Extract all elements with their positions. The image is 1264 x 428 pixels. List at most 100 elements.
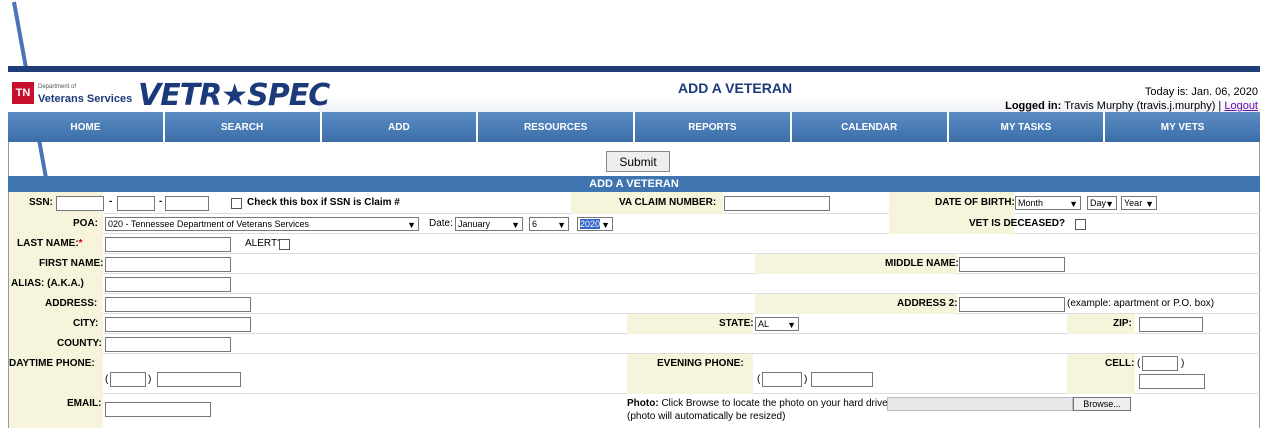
nav-search[interactable]: SEARCH [164,112,322,142]
last-name-row: LAST NAME:* ALERT? [9,234,1261,254]
dob-day-value: Day [1090,198,1107,208]
state-value: AL [758,319,770,329]
nav-resources[interactable]: RESOURCES [478,112,635,142]
nav-reports[interactable]: REPORTS [635,112,792,142]
app-header: TN Department of Veterans Services VETR★… [8,66,1260,113]
va-claim-input[interactable] [724,196,830,211]
zip-label: ZIP: [1113,318,1132,329]
browse-button[interactable]: Browse... [1073,397,1131,411]
nav-home[interactable]: HOME [8,112,165,142]
paren-close: ) [1181,358,1185,369]
submit-row: Submit [8,142,1260,176]
date-month-select[interactable]: January ▼ [455,217,523,231]
daytime-phone-label: DAYTIME PHONE: [9,358,95,369]
phone-row: DAYTIME PHONE: ( ) EVENING PHONE: ( ) CE… [9,354,1261,394]
dob-month-select[interactable]: Month ▼ [1015,196,1081,210]
poa-select[interactable]: 020 - Tennessee Department of Veterans S… [105,217,419,231]
alert-checkbox[interactable] [279,239,290,250]
page-title: ADD A VETERAN [678,80,793,96]
vet-deceased-label: VET IS DECEASED? [969,218,1066,229]
ssn-dash: - [109,196,113,207]
paren-open: ( [1137,358,1141,369]
chevron-down-icon: ▼ [511,220,520,230]
address2-input[interactable] [959,297,1065,312]
ssn-label: SSN: [29,197,53,208]
tn-badge: TN [12,82,34,104]
first-name-input[interactable] [105,257,231,272]
city-label: CITY: [73,318,99,329]
chevron-down-icon: ▼ [1105,199,1114,209]
logo[interactable]: TN Department of Veterans Services VETR★… [8,72,330,113]
middle-name-input[interactable] [959,257,1065,272]
chevron-down-icon: ▼ [557,220,566,230]
main-nav: HOME SEARCH ADD RESOURCES REPORTS CALEND… [8,112,1260,142]
dob-month-value: Month [1018,198,1044,208]
photo-note: (photo will automatically be resized) [627,411,786,422]
zip-input[interactable] [1139,317,1203,332]
alias-input[interactable] [105,277,231,292]
photo-text: Click Browse to locate the photo on your… [661,398,891,409]
alert-label: ALERT? [245,238,283,249]
county-label: COUNTY: [57,338,102,349]
county-input[interactable] [105,337,231,352]
date-month-value: January [458,219,491,229]
required-star: * [78,238,83,249]
address2-hint: (example: apartment or P.O. box) [1067,298,1215,309]
ssn-claim-label: Check this box if SSN is Claim # [247,197,400,208]
cell-area-code-input[interactable] [1142,356,1178,371]
cell-number-input[interactable] [1139,374,1205,389]
email-input[interactable] [105,402,211,417]
state-select[interactable]: AL ▼ [755,317,799,331]
dob-year-select[interactable]: Year ▼ [1121,196,1157,210]
ssn-part1-input[interactable] [56,196,104,211]
ssn-part3-input[interactable] [165,196,209,211]
cell-label: CELL: [1105,358,1135,369]
add-veteran-form: SSN: - - Check this box if SSN is Claim … [8,192,1261,428]
paren-open: ( [105,374,109,385]
logout-link[interactable]: Logout [1224,100,1258,112]
email-label: EMAIL: [67,398,102,409]
ssn-part2-input[interactable] [117,196,155,211]
paren-close: ) [804,374,808,385]
address2-label: ADDRESS 2: [897,298,958,309]
chevron-down-icon: ▼ [1145,199,1154,209]
section-title: ADD A VETERAN [8,176,1260,192]
county-row: COUNTY: [9,334,1261,354]
last-name-label-text: LAST NAME: [17,238,79,249]
evening-number-input[interactable] [811,372,873,387]
city-row: CITY: STATE: AL ▼ ZIP: [9,314,1261,334]
city-input[interactable] [105,317,251,332]
paren-close: ) [148,374,152,385]
address-row: ADDRESS: ADDRESS 2: (example: apartment … [9,294,1261,314]
nav-calendar[interactable]: CALENDAR [791,112,949,142]
evening-area-code-input[interactable] [762,372,802,387]
photo-instructions: Photo: Click Browse to locate the photo … [627,398,890,409]
dob-day-select[interactable]: Day ▼ [1087,196,1117,210]
poa-label: POA: [73,218,98,229]
date-day-select[interactable]: 6 ▼ [529,217,569,231]
alias-label: ALIAS: (A.K.A.) [11,278,84,289]
daytime-number-input[interactable] [157,372,241,387]
vetrspec-logo: VETR★SPEC [138,78,330,113]
poa-row: POA: 020 - Tennessee Department of Veter… [9,214,1261,234]
last-name-input[interactable] [105,237,231,252]
chevron-down-icon: ▼ [601,220,610,230]
date-day-value: 6 [532,219,538,229]
ssn-claim-checkbox[interactable] [231,198,242,209]
photo-file-input[interactable] [887,397,1073,411]
nav-my-vets[interactable]: MY VETS [1105,112,1260,142]
date-year-select[interactable]: 2020 ▼ [577,217,613,231]
address-input[interactable] [105,297,251,312]
nav-my-tasks[interactable]: MY TASKS [948,112,1106,142]
ssn-dash: - [159,196,163,207]
first-name-row: FIRST NAME: MIDDLE NAME: [9,254,1261,274]
dept-small-text: Department of [38,84,77,90]
state-label: STATE: [719,318,754,329]
ssn-row: SSN: - - Check this box if SSN is Claim … [9,192,1261,214]
nav-add[interactable]: ADD [321,112,479,142]
daytime-area-code-input[interactable] [110,372,146,387]
dob-year-value: Year [1124,198,1143,208]
dob-label: DATE OF BIRTH: [935,197,1015,208]
vet-deceased-checkbox[interactable] [1075,219,1086,230]
submit-button[interactable]: Submit [606,151,670,172]
